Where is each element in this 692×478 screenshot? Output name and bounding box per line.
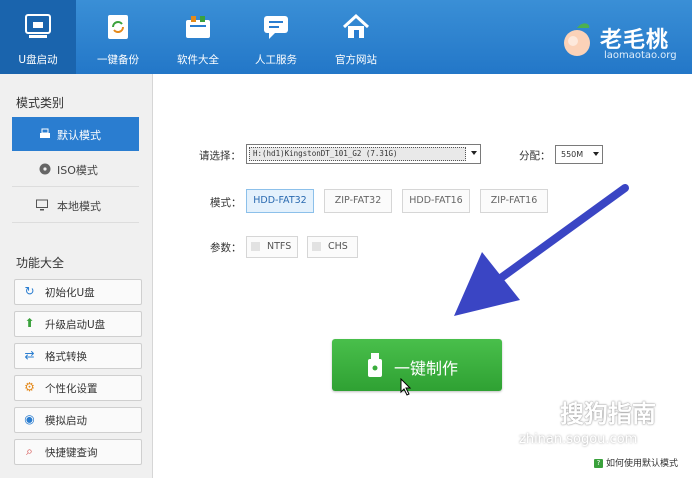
- alloc-value: 550M: [561, 150, 584, 159]
- checkbox-label: CHS: [328, 241, 348, 252]
- nav-backup[interactable]: 一键备份: [80, 0, 156, 74]
- nav-label: 一键备份: [97, 54, 139, 66]
- one-click-make-button[interactable]: 一键制作: [332, 339, 502, 391]
- ntfs-checkbox[interactable]: NTFS: [246, 236, 298, 258]
- sidebar-item-default-mode[interactable]: 默认模式: [12, 117, 139, 151]
- sogou-logo-icon: [514, 392, 552, 430]
- nav-website[interactable]: 官方网站: [318, 0, 394, 74]
- usb-drive-icon: [40, 128, 50, 138]
- monitor-icon: [36, 199, 48, 211]
- alloc-select[interactable]: 550M: [555, 145, 603, 164]
- format-convert-button[interactable]: ⇄ 格式转换: [14, 343, 142, 369]
- watermark-url: zhinan.sogou.com: [519, 432, 638, 447]
- help-text: 如何使用默认模式: [606, 459, 679, 469]
- sidebar-item-local-mode[interactable]: 本地模式: [12, 188, 139, 223]
- nav-service[interactable]: 人工服务: [238, 0, 314, 74]
- param-label: 参数：: [210, 242, 242, 254]
- init-usb-button[interactable]: ↻ 初始化U盘: [14, 279, 142, 305]
- drive-select-label: 请选择：: [199, 150, 241, 162]
- checkbox-box: [251, 242, 260, 251]
- help-icon: ?: [594, 459, 603, 468]
- make-button-label: 一键制作: [394, 359, 459, 378]
- convert-icon: ⇄: [24, 348, 35, 362]
- usb-monitor-icon: [25, 14, 51, 38]
- refresh-icon: ↻: [24, 284, 35, 298]
- button-label: 个性化设置: [45, 383, 98, 395]
- nav-usb-boot[interactable]: U盘启动: [0, 0, 76, 74]
- button-label: 升级启动U盘: [45, 319, 106, 331]
- sidebar-item-label: ISO模式: [57, 164, 98, 177]
- nav-label: 人工服务: [255, 54, 297, 66]
- help-link[interactable]: ? 如何使用默认模式: [594, 456, 678, 469]
- button-label: 初始化U盘: [45, 287, 95, 299]
- peach-logo-icon: [564, 23, 590, 56]
- sidebar-item-label: 默认模式: [57, 129, 101, 142]
- watermark-text: 搜狗指南: [560, 400, 656, 428]
- top-toolbar: U盘启动 一键备份 软件大全 人工服务 官方网站 老毛桃 laomaotao.o…: [0, 0, 692, 74]
- nav-label: 软件大全: [177, 54, 219, 66]
- nav-software[interactable]: 软件大全: [160, 0, 236, 74]
- annotation-arrow-icon: [454, 184, 629, 316]
- chs-checkbox[interactable]: CHS: [307, 236, 358, 258]
- button-label: 格式转换: [45, 351, 87, 363]
- mode-label: 模式：: [210, 197, 242, 209]
- chevron-down-icon: [471, 151, 477, 155]
- search-icon: ⌕: [26, 444, 33, 458]
- mode-hdd-fat32-button[interactable]: HDD-FAT32: [246, 189, 314, 213]
- brand-url: laomaotao.org: [604, 50, 677, 61]
- backup-icon: [108, 15, 128, 39]
- mode-section-title: 模式类别: [16, 96, 65, 110]
- gear-icon: ⚙: [24, 380, 35, 394]
- software-store-icon: [186, 16, 210, 38]
- button-label: 快捷键查询: [45, 447, 98, 459]
- personalize-button[interactable]: ⚙ 个性化设置: [14, 375, 142, 401]
- upgrade-usb-button[interactable]: ⬆ 升级启动U盘: [14, 311, 142, 337]
- drive-select-value: H:(hd1)KingstonDT_101_G2 (7.31G): [249, 147, 466, 161]
- hotkey-query-button[interactable]: ⌕ 快捷键查询: [14, 439, 142, 465]
- usb-stick-icon: [368, 353, 382, 377]
- home-icon: [342, 13, 370, 38]
- sidebar-item-label: 本地模式: [57, 200, 101, 213]
- chat-service-icon: [264, 16, 288, 39]
- chevron-down-icon: [593, 152, 599, 156]
- checkbox-label: NTFS: [267, 241, 292, 252]
- function-section-title: 功能大全: [16, 256, 65, 270]
- sidebar: 模式类别 默认模式 ISO模式 本地模式 功能大全 ↻ 初始化U盘 ⬆ 升级启动…: [0, 74, 153, 478]
- alloc-label: 分配：: [519, 150, 551, 162]
- eye-icon: ◉: [24, 412, 35, 426]
- mode-zip-fat32-button[interactable]: ZIP-FAT32: [324, 189, 392, 213]
- disc-icon: [39, 163, 51, 175]
- nav-label: 官方网站: [335, 54, 377, 66]
- nav-label: U盘启动: [18, 54, 58, 66]
- drive-select[interactable]: H:(hd1)KingstonDT_101_G2 (7.31G): [246, 144, 481, 164]
- button-label: 模拟启动: [45, 415, 87, 427]
- mouse-cursor-icon: [400, 378, 412, 396]
- simulate-boot-button[interactable]: ◉ 模拟启动: [14, 407, 142, 433]
- checkbox-box: [312, 242, 321, 251]
- up-arrow-icon: ⬆: [24, 316, 35, 330]
- sidebar-item-iso-mode[interactable]: ISO模式: [12, 152, 139, 187]
